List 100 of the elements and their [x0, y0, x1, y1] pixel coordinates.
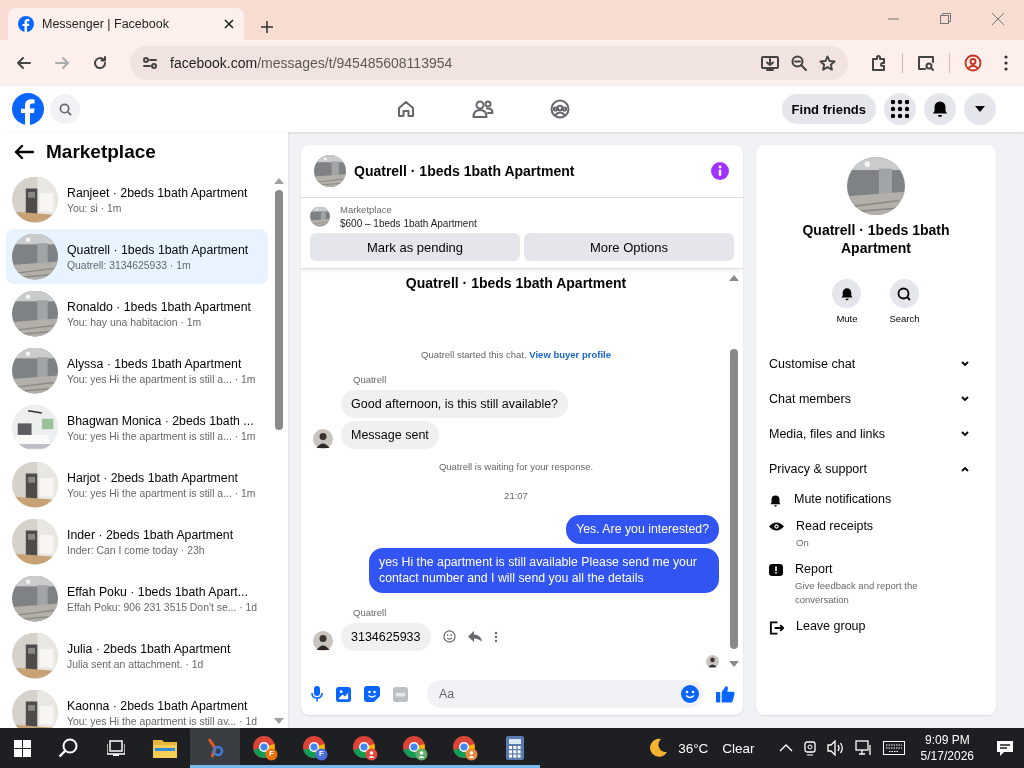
star-icon[interactable]	[819, 54, 836, 72]
message-bubble: 3134625933	[341, 622, 431, 651]
chat-title: Quatrell · 1beds 1bath Apartment	[354, 163, 576, 179]
search-icon[interactable]	[58, 738, 78, 758]
more-icon[interactable]	[493, 630, 498, 643]
conversation-item[interactable]: Ranjeet · 2beds 1bath Apartment You: si · 1m	[6, 172, 268, 227]
groups-icon[interactable]	[550, 99, 570, 119]
new-tab-icon[interactable]	[260, 20, 274, 34]
address-bar[interactable]: facebook.com/messages/t/945485608113954	[130, 46, 848, 80]
info-icon[interactable]	[711, 162, 729, 180]
restore-icon[interactable]	[940, 13, 951, 24]
conversation-preview: You: yes Hi the apartment is still a... · 1m	[67, 373, 256, 385]
taskbar-app[interactable]: F	[290, 728, 340, 768]
section-header[interactable]: Privacy & support	[769, 461, 867, 476]
conversation-item[interactable]: Inder · 2beds 1bath Apartment Inder: Can I come today · 23h	[6, 514, 268, 569]
scroll-down-icon[interactable]	[729, 661, 739, 667]
install-icon[interactable]	[761, 54, 779, 72]
conversation-item[interactable]: Ronaldo · 1beds 1bath Apartment You: hay una habitacion · 1m	[6, 286, 268, 341]
windows-icon[interactable]	[13, 739, 31, 757]
notifications-icon[interactable]	[996, 739, 1014, 757]
conversation-item[interactable]: Bhagwan Monica · 2beds 1bath ... You: yes Hi the apartment is still a... · 1m	[6, 400, 268, 455]
conversation-item[interactable]: Julia · 2beds 1bath Apartment Julia sent an attachment. · 1d	[6, 628, 268, 683]
menu-item[interactable]: Mute notifications	[794, 492, 892, 506]
chevron-down-icon[interactable]	[961, 395, 969, 402]
profile-icon[interactable]	[964, 54, 982, 72]
action-button[interactable]: Mark as pending	[310, 233, 520, 261]
buyer-profile-link[interactable]: View buyer profile	[529, 349, 611, 360]
section-header[interactable]: Chat members	[769, 391, 851, 406]
volume-icon[interactable]	[826, 740, 845, 756]
emoji-icon[interactable]	[681, 685, 699, 703]
zoom-icon[interactable]	[791, 55, 807, 71]
conversation-preview: You: yes Hi the apartment is still av... · 1d	[67, 715, 257, 727]
home-icon[interactable]	[396, 99, 416, 119]
action-label: Search	[889, 313, 920, 324]
tab-search-icon[interactable]	[917, 54, 935, 72]
section-header[interactable]: Customise chat	[769, 356, 856, 371]
find-friends-button[interactable]: Find friends	[781, 94, 876, 124]
reply-icon[interactable]	[467, 630, 482, 643]
like-icon[interactable]	[716, 685, 735, 703]
menu-item[interactable]: Leave group	[796, 619, 866, 634]
chevron-down-icon[interactable]	[961, 360, 969, 367]
close-icon[interactable]	[224, 19, 234, 29]
browser-tab[interactable]: Messenger | Facebook	[8, 8, 244, 40]
bell-icon[interactable]	[769, 494, 782, 508]
conversation-name: Quatrell · 1beds 1bath Apartment	[67, 242, 249, 257]
site-info-icon[interactable]	[142, 55, 158, 71]
listing-label: Marketplace	[340, 204, 393, 215]
network-icon[interactable]	[854, 740, 873, 756]
bell-icon	[839, 286, 854, 301]
puzzle-icon[interactable]	[870, 54, 888, 72]
conversation-item[interactable]: Harjot · 2beds 1bath Apartment You: yes Hi the apartment is still a... · 1m	[6, 457, 268, 512]
scrollbar-thumb[interactable]	[730, 349, 738, 649]
mute-button[interactable]	[832, 279, 862, 308]
conversation-name: Alyssa · 1beds 1bath Apartment	[67, 356, 243, 371]
exit-icon[interactable]	[769, 621, 784, 636]
profile-letter: F	[319, 748, 324, 758]
conversation-item[interactable]: Effah Poku · 1beds 1bath Apart... Effah Poku: 906 231 3515 Don't se... · 1d	[6, 571, 268, 626]
camera-icon[interactable]	[802, 740, 817, 756]
conversation-preview: Inder: Can I come today · 23h	[67, 544, 206, 556]
microphone-icon[interactable]	[311, 686, 323, 702]
account-button[interactable]	[964, 93, 996, 125]
back-arrow-icon[interactable]	[14, 144, 34, 160]
chrome-icon	[402, 735, 428, 761]
grid-icon	[891, 100, 909, 118]
sticker-icon[interactable]	[364, 686, 380, 702]
reload-icon[interactable]	[92, 55, 108, 71]
facebook-logo-icon[interactable]	[12, 93, 44, 125]
search-button[interactable]	[890, 279, 919, 308]
scrollbar-thumb[interactable]	[275, 190, 283, 430]
friends-icon[interactable]	[472, 99, 494, 119]
search-icon	[897, 286, 912, 301]
keyboard-icon[interactable]	[882, 741, 905, 755]
clock-time: 9:09 PM	[924, 733, 970, 747]
section-header[interactable]: Media, files and links	[769, 426, 886, 441]
moon-icon[interactable]	[648, 738, 669, 758]
task-view-icon[interactable]	[107, 740, 125, 756]
conversation-item[interactable]: Quatrell · 1beds 1bath Apartment Quatrell: 3134625933 · 1m	[6, 229, 268, 284]
conversation-preview: You: yes Hi the apartment is still a... · 1m	[67, 487, 256, 499]
menu-item[interactable]: Read receipts	[796, 519, 946, 533]
back-icon[interactable]	[16, 55, 32, 71]
conversation-item[interactable]: Alyssa · 1beds 1bath Apartment You: yes Hi the apartment is still a... · 1m	[6, 343, 268, 398]
notifications-button[interactable]	[924, 93, 956, 125]
menu-button[interactable]	[884, 93, 916, 125]
message-field[interactable]: Aa	[427, 680, 703, 708]
scroll-up-icon[interactable]	[729, 275, 739, 281]
scroll-down-icon[interactable]	[274, 718, 284, 724]
conversation-name: Harjot · 2beds 1bath Apartment	[67, 470, 239, 485]
action-button[interactable]: More Options	[524, 233, 734, 261]
eye-icon[interactable]	[769, 521, 784, 532]
emoji-icon[interactable]	[442, 630, 456, 644]
scroll-up-icon[interactable]	[274, 178, 284, 184]
alert-icon[interactable]	[769, 563, 783, 576]
caret-icon	[974, 105, 986, 113]
message-input[interactable]: Aa	[437, 686, 681, 702]
chevron-down-icon[interactable]	[961, 430, 969, 437]
timestamp: 21:07	[504, 490, 528, 501]
chevron-up-icon[interactable]	[961, 465, 969, 472]
menu-item[interactable]: Report	[795, 561, 945, 576]
menu-icon[interactable]	[1004, 55, 1008, 71]
image-icon[interactable]	[336, 686, 351, 702]
